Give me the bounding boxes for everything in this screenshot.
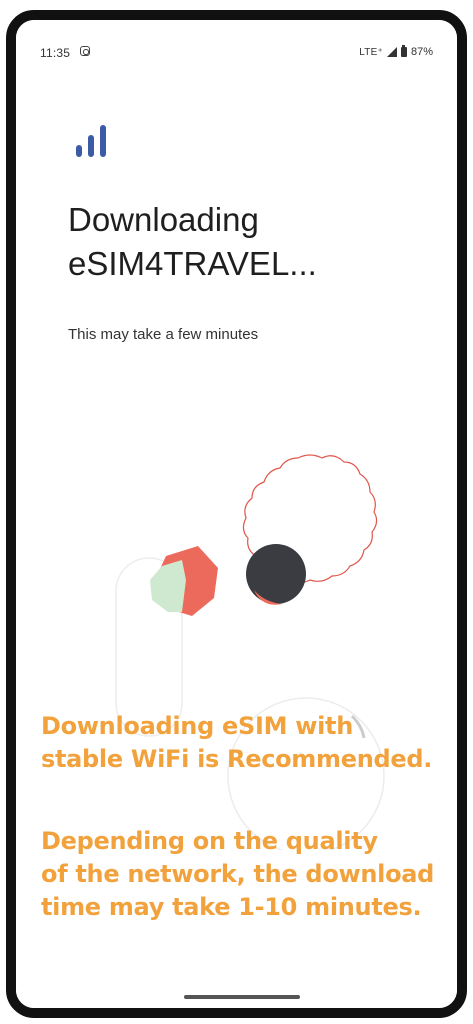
mint-shape [150,560,186,612]
download-illustration [115,454,385,850]
battery-percent: 87% [410,46,433,58]
signal-bars-icon [76,121,116,157]
screen: 11:35 LTE⁺ 87% Downloading eSIM4TRAVEL..… [16,20,457,1008]
instagram-icon [80,46,90,56]
network-type: LTE⁺ [359,46,383,58]
notice-duration: Depending on the quality of the network,… [41,825,457,924]
notice-line: stable WiFi is Recommended. [41,745,433,773]
title-line-1: Downloading [68,201,259,238]
notice-line: of the network, the download [41,860,435,888]
notice-line: Downloading eSIM with [41,712,353,740]
dark-circle [246,544,306,604]
phone-frame: 11:35 LTE⁺ 87% Downloading eSIM4TRAVEL..… [6,10,467,1018]
title-line-2: eSIM4TRAVEL... [68,245,317,282]
battery-icon [400,45,407,57]
notice-wifi: Downloading eSIM with stable WiFi is Rec… [41,710,457,776]
home-indicator[interactable] [184,995,300,999]
status-indicators: LTE⁺ 87% [359,45,433,59]
notice-line: time may take 1-10 minutes. [41,893,422,921]
status-bar: 11:35 LTE⁺ 87% [16,20,457,60]
subtitle: This may take a few minutes [68,326,259,343]
signal-icon [386,47,397,57]
notice-line: Depending on the quality [41,827,378,855]
page-title: Downloading eSIM4TRAVEL... [68,198,428,286]
status-time: 11:35 [40,46,71,60]
